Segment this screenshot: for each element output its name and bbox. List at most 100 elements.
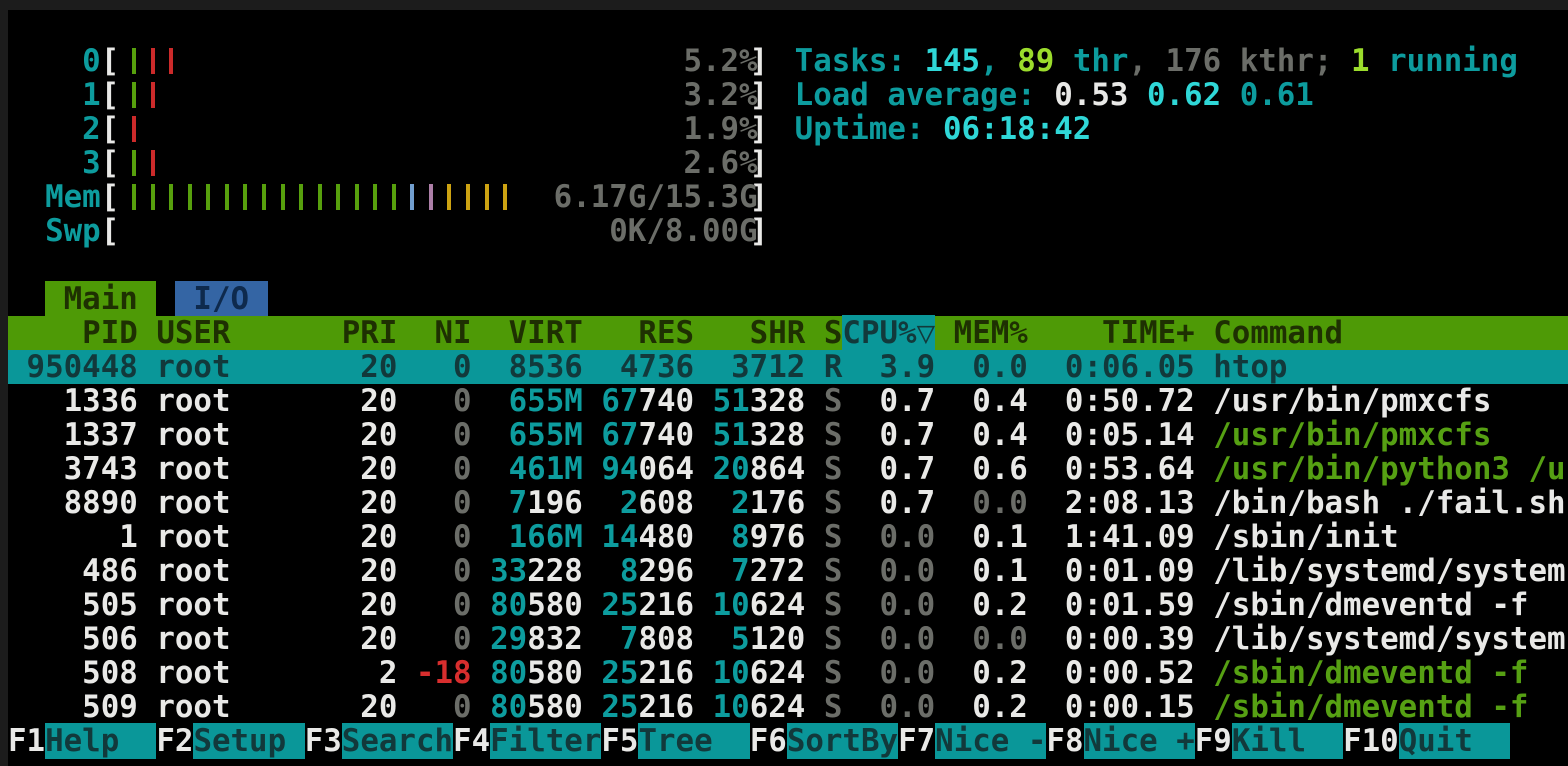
meter-bar-green <box>206 184 210 210</box>
cell-user: root <box>156 519 341 555</box>
fkey-key: F8 <box>1046 723 1083 759</box>
cell-pri: 2 <box>342 655 398 691</box>
col-cpu-percent-sorted[interactable]: CPU%▽ <box>842 315 935 351</box>
fkey-key: F10 <box>1343 723 1399 759</box>
meter-bar-green <box>225 184 229 210</box>
cell-virt: 7 <box>472 485 528 521</box>
col-res[interactable]: RES <box>583 315 694 351</box>
uptime: Uptime: 06:18:42 <box>795 112 1092 146</box>
cell-virt: 8536 <box>472 349 583 385</box>
cell-user: root <box>156 383 341 419</box>
htop-terminal: 0[ ]5.2%Tasks: 145, 89 thr, 176 kthr; 1 … <box>0 0 1568 766</box>
col-pri[interactable]: PRI <box>342 315 398 351</box>
cpu-meter-0: 0[ ]5.2%Tasks: 145, 89 thr, 176 kthr; 1 … <box>8 44 1568 78</box>
cell-shr-low: 328 <box>750 383 806 419</box>
fkey-key: F2 <box>156 723 193 759</box>
cell-mem-percent: 0.1 <box>935 519 1028 555</box>
process-row[interactable]: 506 root 20 0 29832 7808 5120 S 0.0 0.0 … <box>8 622 1568 656</box>
cell-res-low: 216 <box>638 587 694 623</box>
cell-state: S <box>805 587 842 623</box>
col-pid[interactable]: PID <box>8 315 156 351</box>
cell-command: /sbin/init <box>1195 519 1399 555</box>
fkey-f9-kill[interactable]: F9Kill <box>1195 723 1343 759</box>
cell-shr-low: 624 <box>750 587 806 623</box>
cell-cpu-percent: 0.0 <box>842 655 935 691</box>
cell-virt: 655M <box>472 383 583 419</box>
meter-bar-green <box>132 150 136 176</box>
col-mem-percent[interactable]: MEM% <box>935 315 1028 351</box>
meter-open-bracket: [ <box>101 145 120 181</box>
cell-command: htop <box>1195 349 1288 385</box>
col-time[interactable]: TIME+ <box>1028 315 1195 351</box>
fkey-f4-filter[interactable]: F4Filter <box>453 723 601 759</box>
cell-ni: 0 <box>397 519 471 555</box>
cell-cpu-percent: 0.7 <box>842 451 935 487</box>
fkey-f6-sortby[interactable]: F6SortBy <box>750 723 898 759</box>
fkey-f5-tree[interactable]: F5Tree <box>601 723 749 759</box>
col-virt[interactable]: VIRT <box>472 315 583 351</box>
process-row[interactable]: 3743 root 20 0 461M 94064 20864 S 0.7 0.… <box>8 452 1568 486</box>
cell-mem-percent: 0.4 <box>935 417 1028 453</box>
col-user[interactable]: USER <box>156 315 341 351</box>
cell-res-low: 808 <box>638 621 694 657</box>
cell-state: S <box>805 485 842 521</box>
col-shr[interactable]: SHR <box>694 315 805 351</box>
meter-bar-green <box>318 184 322 210</box>
cell-time: 0:00.15 <box>1028 689 1195 725</box>
process-row[interactable]: 950448 root 20 0 8536 4736 3712 R 3.9 0.… <box>8 350 1568 384</box>
cell-res: 2 <box>583 485 639 521</box>
fkey-f10-quit[interactable]: F10Quit <box>1343 723 1510 759</box>
process-row[interactable]: 486 root 20 0 33228 8296 7272 S 0.0 0.1 … <box>8 554 1568 588</box>
meter-bar-green <box>132 48 136 74</box>
process-row[interactable]: 508 root 2 -18 80580 25216 10624 S 0.0 0… <box>8 656 1568 690</box>
meters-info-section: 0[ ]5.2%Tasks: 145, 89 thr, 176 kthr; 1 … <box>8 10 1568 282</box>
process-row[interactable]: 509 root 20 0 80580 25216 10624 S 0.0 0.… <box>8 690 1568 724</box>
process-row[interactable]: 1336 root 20 0 655M 67740 51328 S 0.7 0.… <box>8 384 1568 418</box>
cpu-meter-1: 1[ ]3.2%Load average: 0.53 0.62 0.61 <box>8 78 1568 112</box>
cell-user: root <box>156 587 341 623</box>
meter-bar-red <box>169 48 173 74</box>
process-row[interactable]: 1 root 20 0 166M 14480 8976 S 0.0 0.1 1:… <box>8 520 1568 554</box>
cell-shr: 10 <box>694 655 750 691</box>
cell-ni: 0 <box>397 553 471 589</box>
cell-ni: 0 <box>397 417 471 453</box>
tab-i-o[interactable]: I/O <box>175 281 268 317</box>
cell-ni: 0 <box>397 349 471 385</box>
cell-shr: 2 <box>694 485 750 521</box>
process-row[interactable]: 505 root 20 0 80580 25216 10624 S 0.0 0.… <box>8 588 1568 622</box>
cell-res-low: 608 <box>638 485 694 521</box>
cell-res-low: 740 <box>638 383 694 419</box>
cell-user: root <box>156 485 341 521</box>
process-row[interactable]: 8890 root 20 0 7196 2608 2176 S 0.7 0.0 … <box>8 486 1568 520</box>
meter-label: 0 <box>8 43 101 79</box>
cell-cpu-percent: 0.0 <box>842 587 935 623</box>
meter-bar-green <box>373 184 377 210</box>
cell-virt: 80 <box>472 587 528 623</box>
fkey-f1-help[interactable]: F1Help <box>8 723 156 759</box>
meter-label: Swp <box>8 213 101 249</box>
cell-pid: 8890 <box>8 485 156 521</box>
cell-virt-low: 196 <box>527 485 583 521</box>
process-row[interactable]: 1337 root 20 0 655M 67740 51328 S 0.7 0.… <box>8 418 1568 452</box>
meter-label: 3 <box>8 145 101 181</box>
fkey-f7-nice-[interactable]: F7Nice - <box>898 723 1046 759</box>
cell-command: /lib/systemd/system <box>1195 553 1566 589</box>
fkey-label: Nice - <box>935 723 1046 759</box>
tab-main[interactable]: Main <box>45 281 156 317</box>
col-state[interactable]: S <box>805 315 842 351</box>
fkey-f3-search[interactable]: F3Search <box>305 723 453 759</box>
cell-res: 25 <box>583 655 639 691</box>
cell-res-low: 480 <box>638 519 694 555</box>
cell-state: S <box>805 417 842 453</box>
cell-state: S <box>805 655 842 691</box>
col-ni[interactable]: NI <box>397 315 471 351</box>
meter-bar-yellow <box>485 184 489 210</box>
fkey-f8-nice-[interactable]: F8Nice + <box>1046 723 1194 759</box>
tabs-line: Main I/O <box>8 282 1568 316</box>
cell-ni: 0 <box>397 587 471 623</box>
cell-user: root <box>156 451 341 487</box>
col-command[interactable]: Command <box>1195 315 1343 351</box>
fkey-f2-setup[interactable]: F2Setup <box>156 723 304 759</box>
meter-bar-red <box>151 82 155 108</box>
cell-res-low: 216 <box>638 689 694 725</box>
